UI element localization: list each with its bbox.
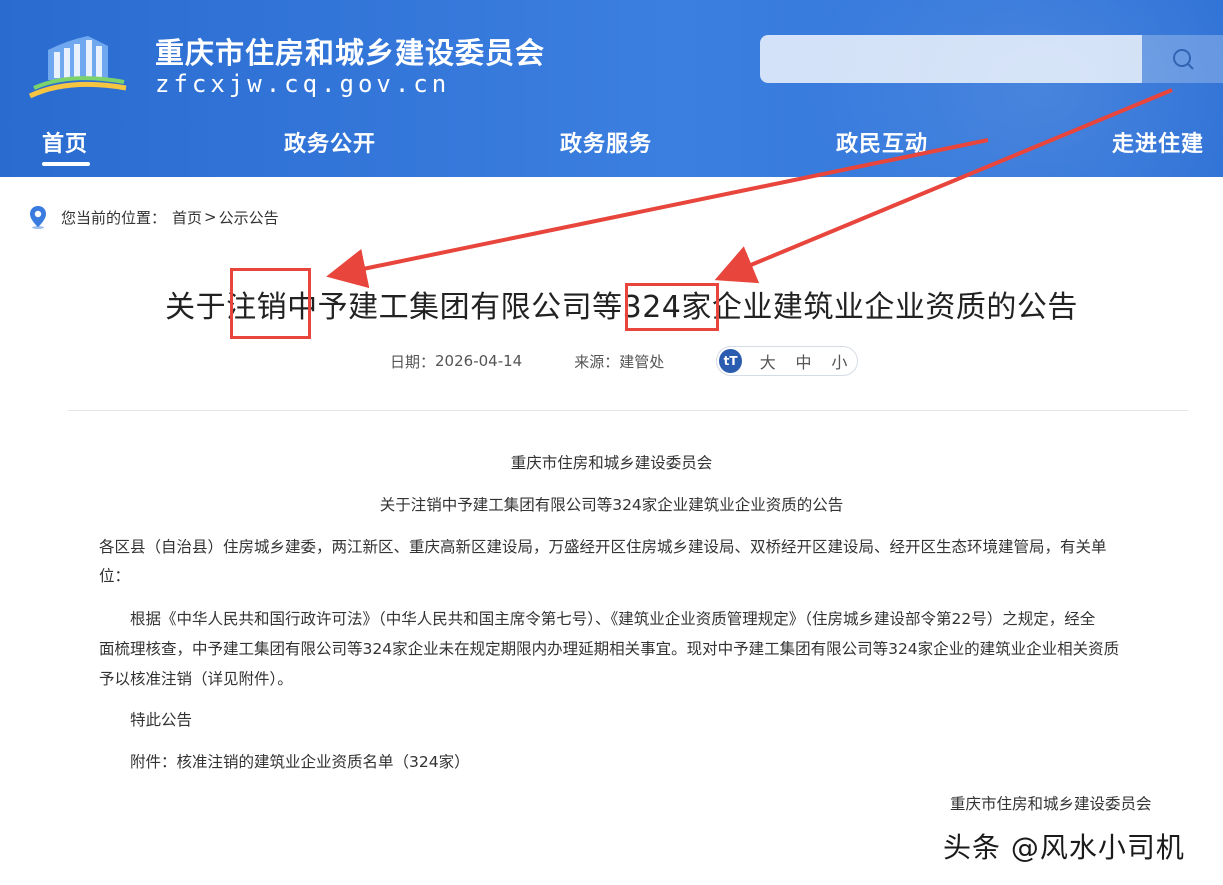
body-paragraph-line-3: 予以核准注销（详见附件）。 <box>99 670 293 688</box>
nav-item-about[interactable]: 走进住建 <box>1112 126 1204 158</box>
body-org: 重庆市住房和城乡建设委员会 <box>510 454 713 472</box>
font-size-medium[interactable]: 中 <box>786 349 822 373</box>
nav-item-government-affairs[interactable]: 政务公开 <box>284 126 376 158</box>
article-source: 建管处 <box>619 352 665 371</box>
annotation-box-cancel <box>230 268 311 339</box>
watermark: 头条 @风水小司机 <box>943 831 1185 864</box>
search-icon <box>1172 49 1194 70</box>
main-nav: 首页 政务公开 政务服务 政民互动 走进住建 <box>0 118 1223 168</box>
body-salutation-line-2: 位： <box>99 567 131 585</box>
body-salutation-line-1: 各区县（自治县）住房城乡建委，两江新区、重庆高新区建设局，万盛经开区住房城乡建设… <box>99 538 1107 556</box>
breadcrumb-home-link[interactable]: 首页 <box>172 207 202 228</box>
breadcrumb-current-link[interactable]: 公示公告 <box>219 207 279 228</box>
breadcrumb-prefix: 您当前的位置： <box>61 208 167 227</box>
article-title: 关于注销中予建工集团有限公司等324家企业建筑业企业资质的公告 <box>165 290 1078 325</box>
annotation-box-count <box>625 283 719 331</box>
site-domain: zfcxjw.cq.gov.cn <box>155 70 451 98</box>
breadcrumb: 您当前的位置： 首页 > 公示公告 <box>28 204 279 230</box>
site-title[interactable]: 重庆市住房和城乡建设委员会 <box>155 30 545 72</box>
location-pin-icon <box>30 206 46 229</box>
nav-item-home[interactable]: 首页 <box>42 126 88 158</box>
body-subtitle: 关于注销中予建工集团有限公司等324家企业建筑业企业资质的公告 <box>379 496 844 514</box>
body-paragraph-line-1: 根据《中华人民共和国行政许可法》（中华人民共和国主席令第七号）、《建筑业企业资质… <box>130 610 1096 628</box>
article-date: 2026-04-14 <box>435 352 523 370</box>
font-size-large[interactable]: 大 <box>750 349 786 373</box>
date-label: 日期： <box>390 352 436 371</box>
nav-item-services[interactable]: 政务服务 <box>560 126 652 158</box>
source-label: 来源： <box>574 352 620 371</box>
font-size-icon: tT <box>719 349 742 373</box>
font-size-control: tT 大 中 小 <box>716 346 859 376</box>
site-header: 重庆市住房和城乡建设委员会 zfcxjw.cq.gov.cn 首页 政务公开 政… <box>0 0 1223 177</box>
font-size-small[interactable]: 小 <box>821 349 857 373</box>
site-logo-icon[interactable] <box>28 22 128 102</box>
search-button[interactable] <box>1142 35 1223 83</box>
title-divider <box>68 410 1188 411</box>
breadcrumb-separator: > <box>204 208 217 226</box>
body-signature: 重庆市住房和城乡建设委员会 <box>950 795 1152 813</box>
article-meta: 日期： 2026-04-14 来源： 建管处 tT 大 中 小 <box>390 346 859 376</box>
body-attachment-link[interactable]: 附件：核准注销的建筑业企业资质名单（324家） <box>130 747 470 777</box>
nav-item-interaction[interactable]: 政民互动 <box>836 126 928 158</box>
search-input[interactable] <box>760 35 1142 83</box>
body-paragraph-line-2: 面梳理核查，中予建工集团有限公司等324家企业未在规定期限内办理延期相关事宜。现… <box>99 640 1120 658</box>
nav-active-indicator <box>42 162 90 166</box>
body-notice: 特此公告 <box>130 711 193 729</box>
